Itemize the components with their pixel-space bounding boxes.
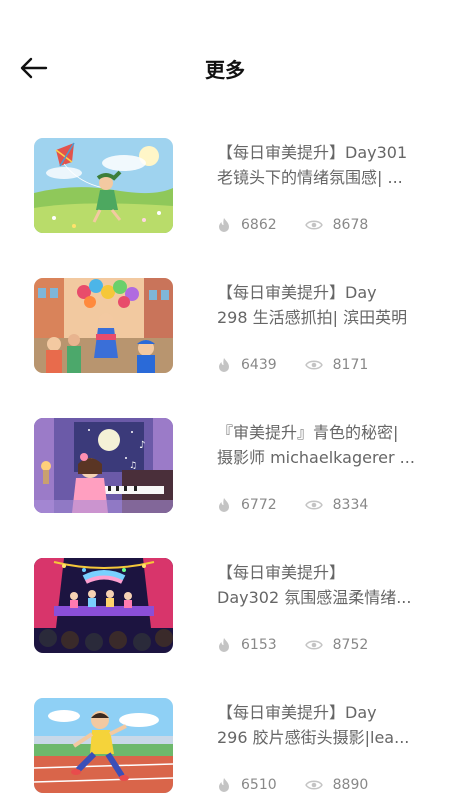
article-stats: 6772 8334 (217, 494, 368, 516)
like-count: 6510 (217, 777, 277, 793)
top-bar: 更多 (0, 40, 450, 96)
more-list-screen: 更多 【每日审美提升】Day301 老镜头下的情绪氛围感| ... 6862 8… (0, 0, 450, 800)
flame-icon (219, 778, 229, 792)
view-count: 8334 (304, 497, 368, 513)
article-title-line2: Day302 氛围感温柔情绪... (217, 588, 412, 607)
article-title: 【每日审美提升】Day 298 生活感抓拍| 滨田英明 (217, 280, 432, 330)
flame-icon (219, 358, 229, 372)
article-title-line1: 【每日审美提升】 (217, 563, 346, 582)
list-item[interactable]: 【每日审美提升】Day301 老镜头下的情绪氛围感| ... 6862 8678 (0, 130, 450, 270)
article-thumbnail (34, 138, 173, 233)
page-title: 更多 (205, 58, 245, 82)
article-title-line1: 【每日审美提升】Day301 (217, 143, 408, 162)
article-thumbnail: ♪ ♫ (34, 418, 173, 513)
article-thumbnail (34, 278, 173, 373)
flame-icon (219, 498, 229, 512)
article-title-line2: 老镜头下的情绪氛围感| ... (217, 168, 403, 187)
list-item[interactable]: 【每日审美提升】 Day302 氛围感温柔情绪... 6153 8752 (0, 550, 450, 690)
article-title-line2: 296 胶片感街头摄影|lea... (217, 728, 410, 747)
article-title-line2: 摄影师 michaelkagerer ... (217, 448, 415, 467)
list-item[interactable]: ♪ ♫ 『审美提升』青色的秘密| 摄影师 michaelkagerer ... (0, 410, 450, 550)
like-count: 6439 (217, 357, 277, 373)
eye-icon (304, 220, 323, 230)
like-count: 6772 (217, 497, 277, 513)
article-title: 【每日审美提升】 Day302 氛围感温柔情绪... (217, 560, 432, 610)
article-title-line1: 【每日审美提升】Day (217, 703, 377, 722)
list-item[interactable]: 【每日审美提升】Day 298 生活感抓拍| 滨田英明 6439 8171 (0, 270, 450, 410)
article-title: 【每日审美提升】Day 296 胶片感街头摄影|lea... (217, 700, 432, 750)
article-thumbnail (34, 698, 173, 793)
article-title-line1: 【每日审美提升】Day (217, 283, 377, 302)
article-stats: 6439 8171 (217, 354, 368, 376)
article-thumbnail (34, 558, 173, 653)
eye-icon (304, 780, 323, 790)
like-count: 6153 (217, 637, 277, 653)
svg-text:♫: ♫ (129, 461, 137, 471)
view-count: 8752 (304, 637, 368, 653)
flame-icon (219, 218, 229, 232)
article-title-line1: 『审美提升』青色的秘密| (217, 423, 399, 442)
article-title: 【每日审美提升】Day301 老镜头下的情绪氛围感| ... (217, 140, 432, 190)
article-list: 【每日审美提升】Day301 老镜头下的情绪氛围感| ... 6862 8678 (0, 130, 450, 800)
article-stats: 6153 8752 (217, 634, 368, 656)
article-stats: 6510 8890 (217, 774, 368, 796)
article-title: 『审美提升』青色的秘密| 摄影师 michaelkagerer ... (217, 420, 432, 470)
svg-text:♪: ♪ (139, 440, 145, 451)
list-item[interactable]: 【每日审美提升】Day 296 胶片感街头摄影|lea... 6510 8890 (0, 690, 450, 800)
eye-icon (304, 640, 323, 650)
view-count: 8678 (304, 217, 368, 233)
like-count: 6862 (217, 217, 277, 233)
article-title-line2: 298 生活感抓拍| 滨田英明 (217, 308, 408, 327)
view-count: 8890 (304, 777, 368, 793)
article-stats: 6862 8678 (217, 214, 368, 236)
view-count: 8171 (304, 357, 368, 373)
eye-icon (304, 500, 323, 510)
flame-icon (219, 638, 229, 652)
eye-icon (304, 360, 323, 370)
